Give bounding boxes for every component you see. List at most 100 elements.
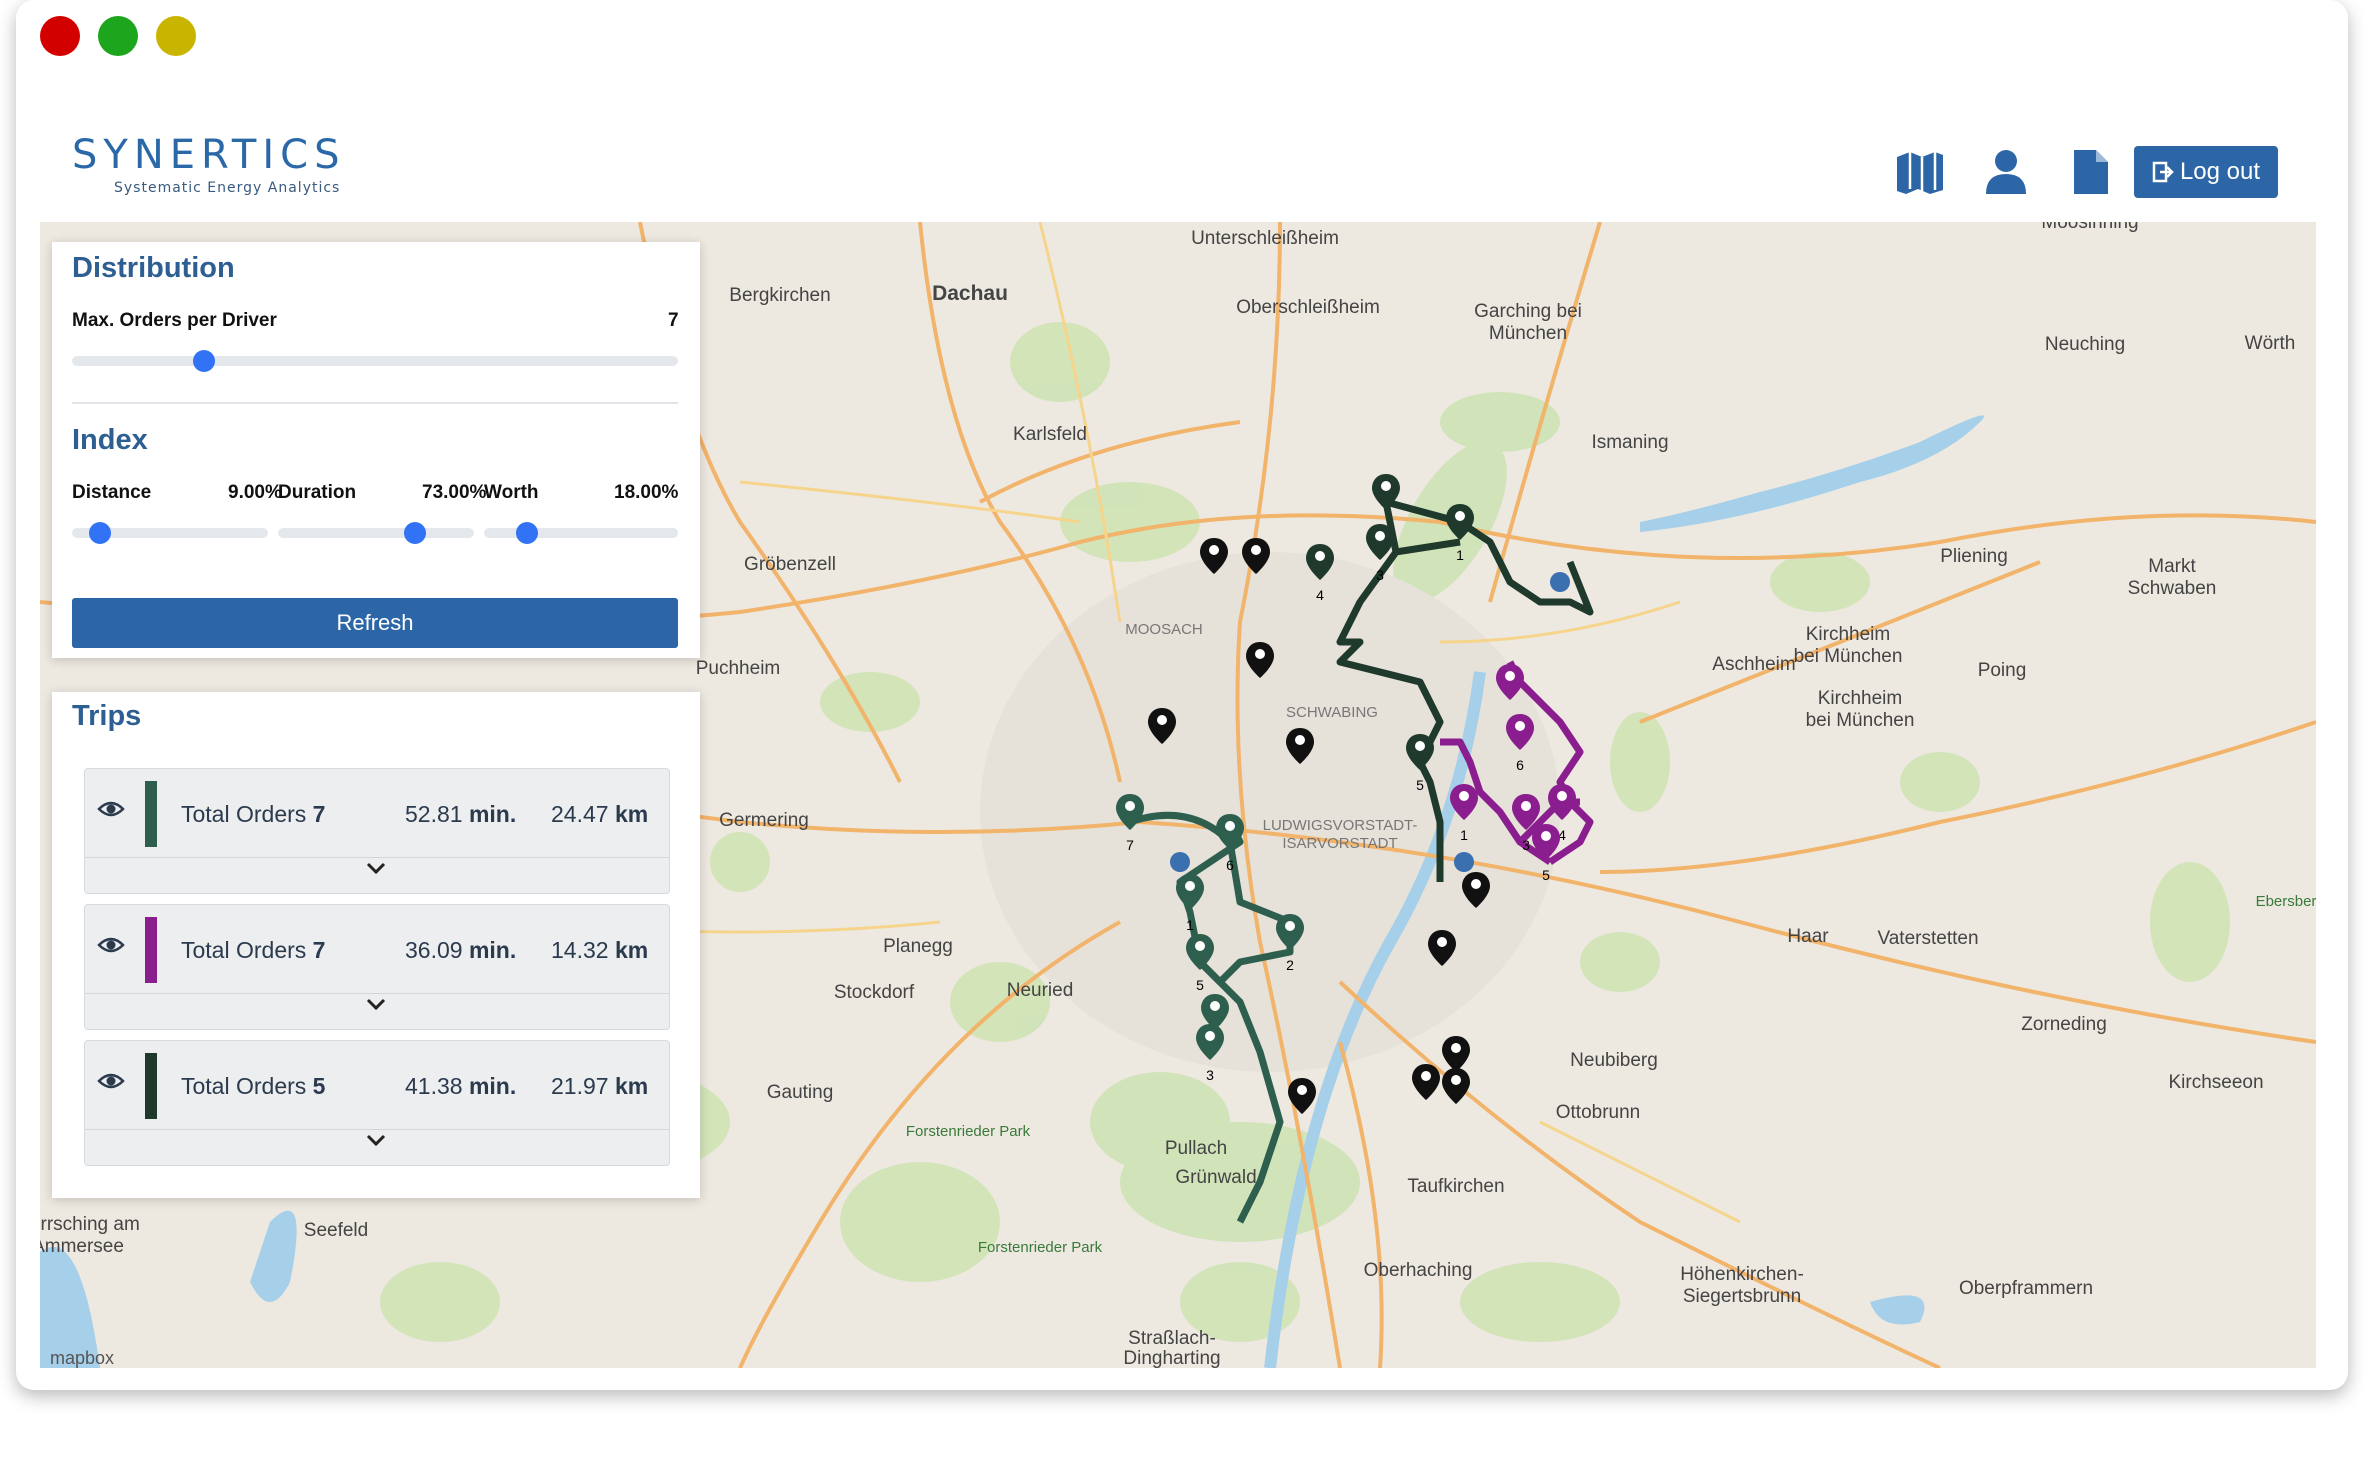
duration-label: Duration [278, 482, 357, 503]
user-icon[interactable] [1980, 148, 2032, 196]
max-orders-value: 7 [668, 310, 679, 331]
trip-color-bar [145, 781, 157, 847]
place-label: Germering [719, 810, 809, 831]
place-label: Ismaning [1591, 432, 1668, 453]
trip-card[interactable]: Total Orders 7 36.09 min. 14.32 km [84, 904, 670, 1030]
svg-text:4: 4 [1316, 587, 1324, 603]
distance-slider-thumb[interactable] [89, 522, 111, 544]
svg-text:5: 5 [1416, 777, 1424, 793]
trips-panel: Trips Total Orders 7 52.81 min. 24.47 km… [52, 692, 700, 1198]
distribution-title: Distribution [72, 252, 235, 284]
place-label: Seefeld [304, 1220, 368, 1241]
brand-tagline: Systematic Energy Analytics [114, 180, 341, 196]
place-label: München [1489, 323, 1567, 344]
trip-card[interactable]: Total Orders 5 41.38 min. 21.97 km [84, 1040, 670, 1166]
logout-button[interactable]: Log out [2134, 146, 2278, 198]
brand-logo: SYNERTICS [72, 132, 346, 178]
app-window: SYNERTICS Systematic Energy Analytics Lo… [16, 0, 2348, 1390]
map-icon[interactable] [1894, 148, 1946, 196]
place-label: Kirchseeon [2168, 1072, 2263, 1093]
place-label: Moosinning [2041, 222, 2138, 233]
trip-divider [85, 993, 669, 994]
trip-distance: 24.47 km [551, 801, 649, 827]
place-label: Aschheim [1712, 654, 1795, 675]
svg-text:3: 3 [1376, 567, 1384, 583]
place-label: Oberschleißheim [1236, 297, 1380, 318]
place-label: Oberhaching [1364, 1260, 1473, 1281]
place-label: Gauting [767, 1082, 834, 1103]
worth-slider[interactable] [484, 528, 678, 538]
logout-label: Log out [2179, 158, 2261, 185]
place-label: Vaterstetten [1877, 928, 1978, 949]
trip-duration: 36.09 min. [405, 937, 517, 963]
trip-divider [85, 857, 669, 858]
close-window-button[interactable] [40, 16, 80, 56]
trip-color-bar [145, 1053, 157, 1119]
place-label: Siegertsbrunn [1683, 1286, 1801, 1307]
place-label: ISARVORSTADT [1282, 835, 1397, 852]
place-label: Markt [2148, 556, 2196, 577]
place-label: Oberpframmern [1959, 1278, 2093, 1299]
place-label: Zorneding [2021, 1014, 2107, 1035]
mapbox-attribution: mapbox [50, 1348, 114, 1368]
place-label: Forstenrieder Park [978, 1239, 1103, 1256]
duration-slider-thumb[interactable] [404, 522, 426, 544]
trip-color-bar [145, 917, 157, 983]
index-title: Index [72, 424, 148, 456]
divider [72, 402, 678, 404]
place-label: Poing [1978, 660, 2027, 681]
svg-text:3: 3 [1522, 837, 1530, 853]
place-label: Unterschleißheim [1191, 228, 1339, 249]
svg-text:7: 7 [1126, 837, 1134, 853]
place-label: Dingharting [1123, 1348, 1220, 1368]
trip-divider [85, 1129, 669, 1130]
svg-text:5: 5 [1542, 867, 1550, 883]
place-label: Höhenkirchen- [1680, 1264, 1804, 1285]
place-label: Straßlach- [1128, 1328, 1216, 1349]
place-label: Garching bei [1474, 301, 1582, 322]
worth-label: Worth [484, 482, 539, 503]
place-label: Ebersber [2256, 893, 2316, 910]
place-label: Wörth [2245, 333, 2296, 354]
settings-panel: Distribution Max. Orders per Driver 7 In… [52, 242, 700, 658]
place-label: Puchheim [696, 658, 781, 679]
distance-label: Distance [72, 482, 152, 503]
place-label: Herrsching am [40, 1214, 140, 1235]
eye-icon[interactable] [97, 799, 125, 819]
place-label: Kirchheim [1818, 688, 1902, 709]
refresh-button[interactable]: Refresh [72, 598, 678, 648]
trip-distance: 21.97 km [551, 1073, 649, 1099]
place-label: Gröbenzell [744, 554, 836, 575]
max-orders-slider[interactable] [72, 356, 678, 366]
place-label: Dachau [932, 282, 1008, 305]
eye-icon[interactable] [97, 935, 125, 955]
max-orders-label: Max. Orders per Driver [72, 310, 277, 331]
minimize-window-button[interactable] [98, 16, 138, 56]
logout-icon [2152, 161, 2174, 183]
place-label: MOOSACH [1125, 621, 1203, 638]
place-label: Pliening [1940, 546, 2008, 567]
max-orders-slider-thumb[interactable] [193, 350, 215, 372]
trip-card[interactable]: Total Orders 7 52.81 min. 24.47 km [84, 768, 670, 894]
trip-orders: Total Orders 7 [181, 937, 326, 963]
place-label: Neubiberg [1570, 1050, 1658, 1071]
svg-text:3: 3 [1206, 1067, 1214, 1083]
chevron-down-icon[interactable] [365, 1133, 387, 1147]
place-label: LUDWIGSVORSTADT- [1263, 817, 1418, 834]
duration-value: 73.00% [422, 482, 487, 503]
place-label: Taufkirchen [1407, 1176, 1504, 1197]
svg-text:1: 1 [1456, 547, 1464, 563]
place-label: bei München [1806, 710, 1915, 731]
document-icon[interactable] [2064, 148, 2116, 196]
eye-icon[interactable] [97, 1071, 125, 1091]
svg-text:5: 5 [1196, 977, 1204, 993]
place-label: Forstenrieder Park [906, 1123, 1031, 1140]
duration-slider[interactable] [278, 528, 474, 538]
worth-slider-thumb[interactable] [516, 522, 538, 544]
place-label: Karlsfeld [1013, 424, 1087, 445]
maximize-window-button[interactable] [156, 16, 196, 56]
place-label: Pullach [1165, 1138, 1227, 1159]
chevron-down-icon[interactable] [365, 861, 387, 875]
worth-value: 18.00% [614, 482, 679, 503]
chevron-down-icon[interactable] [365, 997, 387, 1011]
